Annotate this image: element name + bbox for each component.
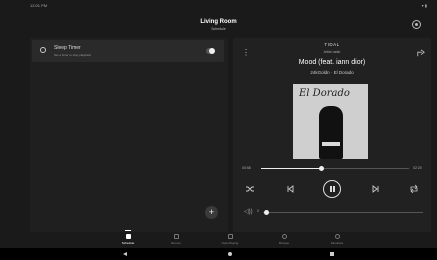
nav-rooms-label: Rooms	[171, 241, 181, 245]
volume-value: 0	[257, 209, 259, 213]
nav-schedule[interactable]: Schedule	[108, 230, 148, 248]
status-time: 12:01 PM	[30, 3, 48, 8]
app-header: Living Room Schedule	[0, 10, 437, 38]
total-time: 02:20	[413, 166, 422, 170]
sleep-timer-title: Sleep Timer	[54, 45, 81, 51]
system-navigation-bar	[0, 248, 437, 260]
star-icon	[334, 234, 340, 239]
room-subtitle: Schedule	[211, 27, 226, 31]
next-icon[interactable]	[371, 184, 381, 194]
room-title[interactable]: Living Room	[0, 19, 437, 25]
album-art-title: El Dorado	[299, 88, 350, 99]
status-bar: 12:01 PM ▾ ▮	[0, 0, 437, 10]
sleep-timer-toggle[interactable]	[206, 48, 215, 54]
status-system-icons: ▾ ▮	[421, 3, 427, 8]
search-icon	[281, 234, 287, 239]
sleep-timer-card[interactable]: Sleep Timer Set a timer to stop playback	[32, 40, 224, 62]
volume-slider[interactable]	[263, 210, 423, 215]
recents-icon[interactable]	[330, 252, 334, 256]
pause-button[interactable]	[323, 180, 341, 198]
timer-icon	[40, 47, 46, 53]
album-art-figure	[319, 106, 343, 159]
progress-fill	[261, 168, 322, 169]
previous-icon[interactable]	[285, 184, 295, 194]
home-icon[interactable]	[228, 252, 232, 256]
schedule-panel: Sleep Timer Set a timer to stop playback…	[30, 38, 228, 232]
album-art-badge	[322, 142, 340, 146]
sleep-timer-subtitle: Set a timer to stop playback	[54, 53, 92, 57]
progress-bar[interactable]	[261, 166, 409, 171]
add-button[interactable]: +	[205, 206, 218, 219]
nav-browse-label: Browse	[278, 241, 289, 245]
back-icon[interactable]	[123, 252, 127, 256]
song-title: Mood (feat. iann dior)	[298, 59, 366, 66]
bottom-navigation: Schedule Rooms Now Playing Browse Favori…	[0, 230, 437, 248]
playback-source: Artist radio	[323, 50, 341, 54]
music-note-icon	[227, 234, 233, 239]
shuffle-icon[interactable]	[245, 184, 255, 194]
nav-now-playing[interactable]: Now Playing	[210, 232, 250, 248]
progress-handle[interactable]	[319, 166, 325, 171]
volume-handle[interactable]	[263, 210, 269, 215]
nav-now-playing-label: Now Playing	[221, 241, 239, 245]
service-logo: TIDAL	[324, 42, 340, 47]
nav-rooms[interactable]: Rooms	[156, 232, 196, 248]
nav-favorites[interactable]: Favorites	[317, 232, 357, 248]
repeat-icon[interactable]	[409, 184, 419, 194]
rooms-icon	[173, 234, 179, 239]
share-icon[interactable]	[417, 49, 425, 57]
album-art: El Dorado	[293, 84, 368, 159]
nav-favorites-label: Favorites	[330, 241, 344, 245]
pause-icon	[330, 186, 332, 192]
elapsed-time: 00:58	[242, 166, 251, 170]
nav-schedule-label: Schedule	[121, 241, 135, 245]
volume-icon[interactable]: ◁))	[244, 208, 253, 215]
calendar-icon	[125, 234, 131, 239]
now-playing-panel: ⋮ TIDAL Artist radio Mood (feat. iann di…	[233, 38, 431, 232]
nav-browse[interactable]: Browse	[264, 232, 304, 248]
gear-icon[interactable]	[412, 20, 421, 29]
song-artist-album: 24kGoldn · El Dorado	[310, 70, 354, 75]
